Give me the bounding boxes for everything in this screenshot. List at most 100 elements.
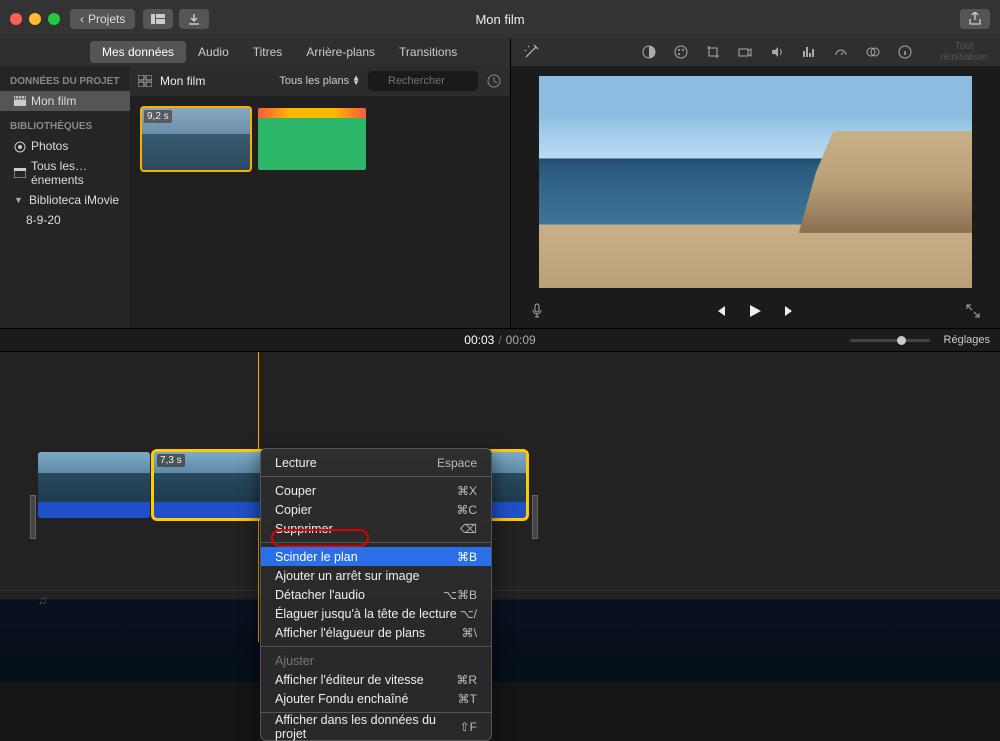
- preview-landscape-detail: [799, 131, 972, 233]
- browser-clip-1[interactable]: 9,2 s: [142, 108, 250, 170]
- stabilization-button[interactable]: [738, 46, 756, 58]
- timecode-bar: 00:03 / 00:09 Réglages: [0, 328, 1000, 352]
- play-button[interactable]: [747, 303, 763, 319]
- menu-cut[interactable]: Couper⌘X: [261, 481, 491, 500]
- titlebar: ‹Projets Mon film: [0, 0, 1000, 38]
- clock-gear-icon: [486, 73, 502, 89]
- camera-icon: [738, 46, 752, 58]
- menu-crossfade[interactable]: Ajouter Fondu enchaîné⌘T: [261, 689, 491, 708]
- playback-controls: [713, 303, 797, 319]
- appearance-settings-button[interactable]: [486, 73, 502, 89]
- skip-forward-icon: [783, 304, 797, 318]
- clip-context-menu: LectureEspace Couper⌘X Copier⌘C Supprime…: [260, 448, 492, 741]
- reset-line2: réinitialiser: [940, 52, 988, 63]
- total-time: 00:09: [506, 333, 536, 347]
- timeline-end-handle[interactable]: [532, 495, 538, 539]
- voiceover-button[interactable]: [531, 303, 543, 319]
- filter-label: Tous les plans: [279, 75, 349, 87]
- reset-all-button[interactable]: Tout réinitialiser: [940, 41, 988, 63]
- timeline[interactable]: 7,3 s ♫: [0, 352, 1000, 682]
- sidebar-event-item[interactable]: 8-9-20: [0, 210, 130, 230]
- menu-show-trimmer[interactable]: Afficher l'élagueur de plans⌘\: [261, 623, 491, 642]
- sidebar-photos-item[interactable]: Photos: [0, 136, 130, 156]
- expand-icon: [966, 304, 980, 318]
- libraries-header: BIBLIOTHÈQUES: [0, 117, 130, 136]
- clip-browser: Mon film Tous les plans ▲▼ 9,2 s: [130, 66, 510, 328]
- preview-viewer[interactable]: [539, 76, 972, 288]
- project-name-label: Mon film: [31, 94, 76, 108]
- tab-backgrounds[interactable]: Arrière-plans: [294, 41, 387, 63]
- viewer-panel: Tout réinitialiser: [510, 38, 1000, 328]
- prev-button[interactable]: [713, 304, 727, 318]
- menu-copy[interactable]: Copier⌘C: [261, 500, 491, 519]
- menu-detach-audio[interactable]: Détacher l'audio⌥⌘B: [261, 585, 491, 604]
- microphone-icon: [531, 303, 543, 319]
- viewer-toolbar: Tout réinitialiser: [511, 38, 1000, 66]
- browser-toolbar: Mon film Tous les plans ▲▼: [130, 66, 510, 96]
- minimize-window-button[interactable]: [29, 13, 41, 25]
- library-sidebar: DONNÉES DU PROJET Mon film BIBLIOTHÈQUES…: [0, 66, 130, 328]
- menu-delete[interactable]: Supprimer⌫: [261, 519, 491, 538]
- play-icon: [747, 303, 763, 319]
- speaker-icon: [770, 45, 784, 59]
- close-window-button[interactable]: [10, 13, 22, 25]
- menu-separator: [261, 542, 491, 543]
- back-to-projects-button[interactable]: ‹Projets: [70, 9, 135, 29]
- view-layout-button[interactable]: [143, 9, 173, 29]
- photos-label: Photos: [31, 139, 68, 153]
- magic-wand-button[interactable]: [523, 44, 539, 60]
- timeline-clip-1[interactable]: [38, 452, 150, 518]
- wand-icon: [523, 44, 539, 60]
- sidebar-library-item[interactable]: ▼ Biblioteca iMovie: [0, 190, 130, 210]
- crop-button[interactable]: [706, 45, 724, 59]
- tab-audio[interactable]: Audio: [186, 41, 241, 63]
- tab-titles[interactable]: Titres: [241, 41, 295, 63]
- search-input[interactable]: [368, 71, 478, 91]
- download-arrow-icon: [188, 13, 200, 25]
- fullscreen-window-button[interactable]: [48, 13, 60, 25]
- sidebar-all-events-item[interactable]: Tous les…énements: [0, 156, 130, 190]
- audio-track-row[interactable]: ♫: [0, 590, 1000, 608]
- zoom-slider-thumb[interactable]: [897, 336, 906, 345]
- timeline-start-handle[interactable]: [30, 495, 36, 539]
- library-name-label: Biblioteca iMovie: [29, 193, 119, 207]
- noise-reduction-button[interactable]: [802, 45, 820, 59]
- menu-speed-editor[interactable]: Afficher l'éditeur de vitesse⌘R: [261, 670, 491, 689]
- volume-button[interactable]: [770, 45, 788, 59]
- menu-trim-to-playhead[interactable]: Élaguer jusqu'à la tête de lecture⌥/: [261, 604, 491, 623]
- fullscreen-button[interactable]: [966, 304, 980, 318]
- share-button[interactable]: [960, 9, 990, 29]
- sidebar-project-item[interactable]: Mon film: [0, 91, 130, 111]
- timeline-zoom-slider[interactable]: [850, 339, 930, 342]
- palette-icon: [674, 45, 688, 59]
- menu-separator: [261, 476, 491, 477]
- speed-button[interactable]: [834, 45, 852, 59]
- disclosure-triangle-icon[interactable]: ▼: [14, 195, 24, 205]
- preview-frame: [539, 76, 972, 288]
- grid-list-toggle[interactable]: [138, 75, 152, 87]
- menu-reveal-in-project[interactable]: Afficher dans les données du projet⇧F: [261, 717, 491, 736]
- overlap-circles-icon: [866, 45, 880, 59]
- next-button[interactable]: [783, 304, 797, 318]
- menu-split-clip[interactable]: Scinder le plan⌘B: [261, 547, 491, 566]
- menu-play[interactable]: LectureEspace: [261, 453, 491, 472]
- clip-filter-dropdown[interactable]: Tous les plans ▲▼: [279, 75, 360, 87]
- clips-grid[interactable]: 9,2 s: [130, 96, 510, 328]
- tab-transitions[interactable]: Transitions: [387, 41, 469, 63]
- color-balance-button[interactable]: [642, 45, 660, 59]
- all-events-label: Tous les…énements: [31, 159, 120, 187]
- import-button[interactable]: [179, 9, 209, 29]
- color-correction-button[interactable]: [674, 45, 692, 59]
- music-note-icon: ♫: [38, 593, 47, 607]
- back-label: Projets: [88, 12, 125, 26]
- browser-clip-2[interactable]: [258, 108, 366, 170]
- tab-my-media[interactable]: Mes données: [90, 41, 186, 63]
- timeline-track: 7,3 s: [0, 452, 1000, 518]
- clip2-duration-badge: 7,3 s: [157, 454, 185, 467]
- playback-bar: [511, 294, 1000, 328]
- timeline-settings-button[interactable]: Réglages: [944, 334, 990, 346]
- clip-filter-button[interactable]: [866, 45, 884, 59]
- menu-freeze-frame[interactable]: Ajouter un arrêt sur image: [261, 566, 491, 585]
- browser-title: Mon film: [160, 74, 205, 88]
- info-button[interactable]: [898, 45, 916, 59]
